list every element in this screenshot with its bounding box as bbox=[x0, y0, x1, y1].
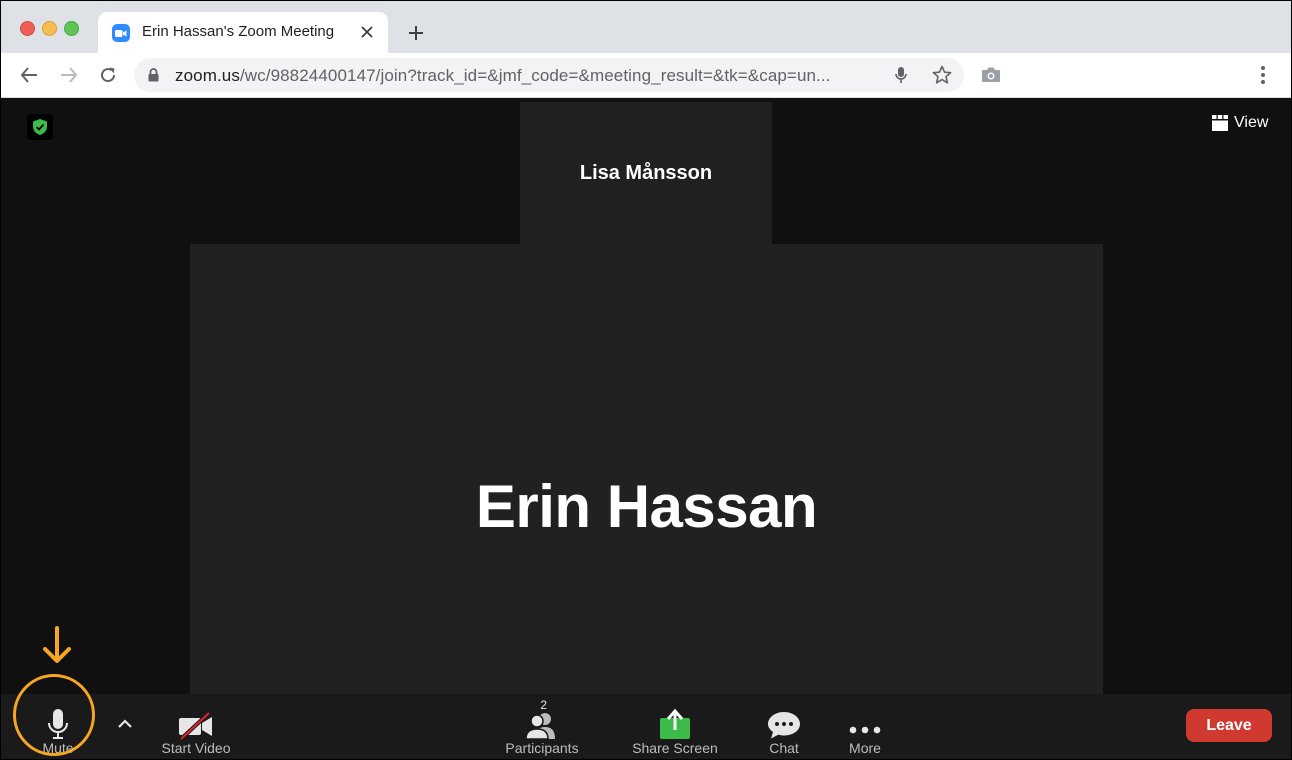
participants-count: 2 bbox=[540, 698, 547, 712]
new-tab-icon[interactable] bbox=[403, 20, 429, 46]
minimize-window-button[interactable] bbox=[42, 21, 57, 36]
url-path: /wc/98824400147/join?track_id=&jmf_code=… bbox=[239, 66, 831, 85]
close-tab-icon[interactable] bbox=[356, 21, 378, 43]
start-video-button[interactable]: Start Video bbox=[151, 694, 241, 759]
tab-strip: Erin Hassan's Zoom Meeting bbox=[1, 1, 1291, 53]
tab-title: Erin Hassan's Zoom Meeting bbox=[142, 23, 335, 40]
share-screen-button[interactable]: Share Screen bbox=[625, 694, 725, 759]
browser-window: Erin Hassan's Zoom Meeting zoom.us/wc/98… bbox=[0, 0, 1292, 760]
audio-options-chevron-up-icon[interactable] bbox=[117, 716, 133, 734]
maximize-window-button[interactable] bbox=[64, 21, 79, 36]
more-dots-icon bbox=[848, 694, 882, 740]
leave-button[interactable]: Leave bbox=[1186, 709, 1272, 742]
reload-icon[interactable] bbox=[95, 62, 121, 88]
participant-thumbnail[interactable]: Lisa Månsson bbox=[520, 102, 772, 244]
active-speaker-name: Erin Hassan bbox=[475, 473, 818, 540]
start-video-label: Start Video bbox=[161, 740, 231, 756]
participants-icon: 2 bbox=[525, 694, 559, 740]
view-button[interactable]: View bbox=[1212, 114, 1268, 132]
microphone-icon[interactable] bbox=[895, 66, 907, 89]
meeting-controls-bar: Mute Start Video 2 Participants Share Sc… bbox=[1, 694, 1291, 759]
browser-menu-icon[interactable] bbox=[1253, 64, 1273, 86]
gallery-grid-icon bbox=[1212, 115, 1228, 131]
bookmark-star-icon[interactable] bbox=[932, 65, 952, 90]
chat-button[interactable]: Chat bbox=[759, 694, 809, 759]
share-screen-label: Share Screen bbox=[632, 740, 718, 756]
lock-icon bbox=[148, 68, 159, 87]
url-host: zoom.us bbox=[175, 66, 240, 85]
thumbnail-participant-name: Lisa Månsson bbox=[579, 161, 713, 184]
chat-label: Chat bbox=[769, 740, 799, 756]
url-text: zoom.us/wc/98824400147/join?track_id=&jm… bbox=[175, 66, 831, 86]
more-button[interactable]: More bbox=[839, 694, 891, 759]
browser-tab[interactable]: Erin Hassan's Zoom Meeting bbox=[98, 12, 388, 53]
participants-button[interactable]: 2 Participants bbox=[497, 694, 587, 759]
close-window-button[interactable] bbox=[20, 21, 35, 36]
video-off-icon bbox=[178, 694, 214, 740]
back-icon[interactable] bbox=[16, 62, 42, 88]
more-label: More bbox=[849, 740, 881, 756]
browser-toolbar: zoom.us/wc/98824400147/join?track_id=&jm… bbox=[1, 53, 1291, 98]
encryption-shield-icon[interactable] bbox=[27, 114, 53, 140]
camera-extension-icon[interactable] bbox=[981, 66, 1001, 88]
zoom-favicon-icon bbox=[112, 24, 130, 42]
meeting-area: View Lisa Månsson Erin Hassan bbox=[1, 98, 1291, 694]
annotation-highlight-circle bbox=[13, 674, 95, 756]
view-label: View bbox=[1234, 114, 1269, 131]
active-speaker-video[interactable]: Erin Hassan bbox=[190, 244, 1103, 694]
forward-icon[interactable] bbox=[56, 62, 82, 88]
annotation-arrow-down-icon bbox=[41, 626, 73, 671]
chat-bubble-icon bbox=[767, 694, 801, 740]
participants-label: Participants bbox=[505, 740, 579, 756]
share-screen-icon bbox=[659, 694, 691, 740]
address-bar[interactable]: zoom.us/wc/98824400147/join?track_id=&jm… bbox=[134, 58, 964, 92]
